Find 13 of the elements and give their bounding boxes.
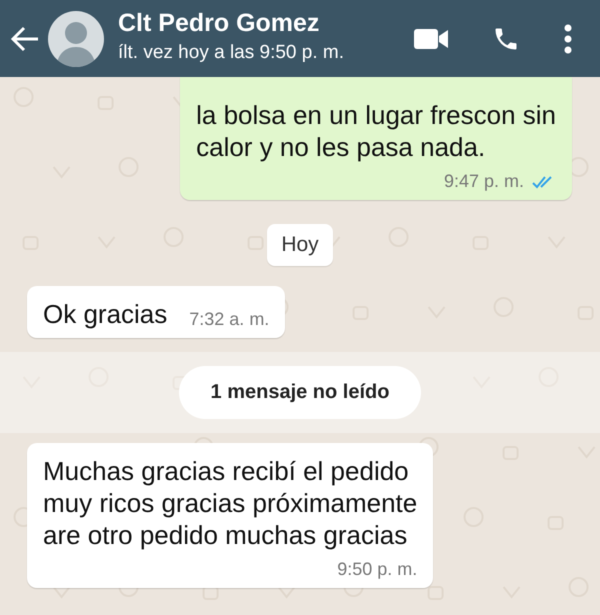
last-seen-status: ílt. vez hoy a las 9:50 p. m.	[118, 42, 345, 64]
message-text: la bolsa en un lugar frescon sin calor y no les pasa nada.	[196, 99, 556, 163]
unread-label: 1 mensaje no leído	[178, 366, 422, 419]
message-text: Muchas gracias recibí el pedido muy ricos gracias próximamente are otro pedido muchas gracias	[43, 455, 418, 551]
contact-name[interactable]: Clt Pedro Gomez	[118, 9, 406, 38]
video-call-button[interactable]	[414, 28, 448, 50]
message-time: 7:32 a. m.	[189, 309, 270, 330]
date-chip: Hoy	[267, 224, 333, 266]
message-text: Ok gracias	[43, 298, 168, 330]
more-options-button[interactable]	[564, 24, 572, 54]
back-button[interactable]	[10, 26, 40, 52]
message-time: 9:50 p. m.	[337, 559, 418, 580]
message-time: 9:47 p. m.	[444, 171, 524, 192]
